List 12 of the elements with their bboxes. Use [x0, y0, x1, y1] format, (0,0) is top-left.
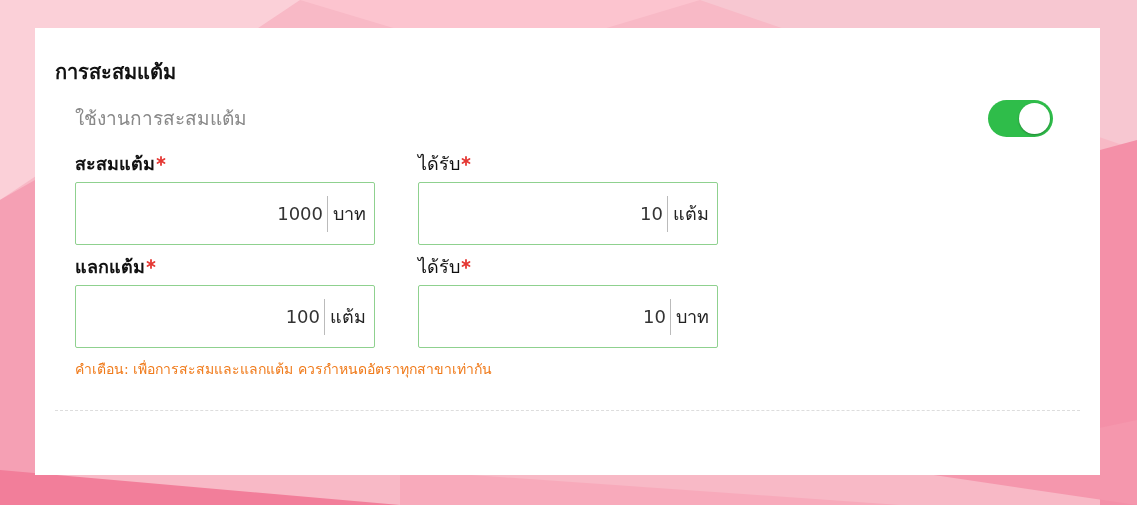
section-title: การสะสมแต้ม [55, 59, 177, 86]
field-label: ได้รับ [418, 152, 718, 176]
field-label: ได้รับ [418, 255, 718, 279]
warning-text: คำเตือน: เพื่อการสะสมและแลกแต้ม ควรกำหนดอัตราทุกสาขาเท่ากัน [75, 359, 493, 380]
input-field[interactable]: 1000 บาท [75, 182, 375, 245]
field-label: สะสมแต้ม [75, 152, 375, 176]
toggle-switch[interactable] [988, 99, 1053, 137]
input-field[interactable]: 10 แต้ม [418, 182, 718, 245]
field-label: แลกแต้ม [75, 255, 375, 279]
input-field[interactable]: 10 บาท [418, 285, 718, 348]
toggle-label: ใช้งานการสะสมแต้ม [75, 106, 247, 131]
input-field[interactable]: 100 แต้ม [75, 285, 375, 348]
